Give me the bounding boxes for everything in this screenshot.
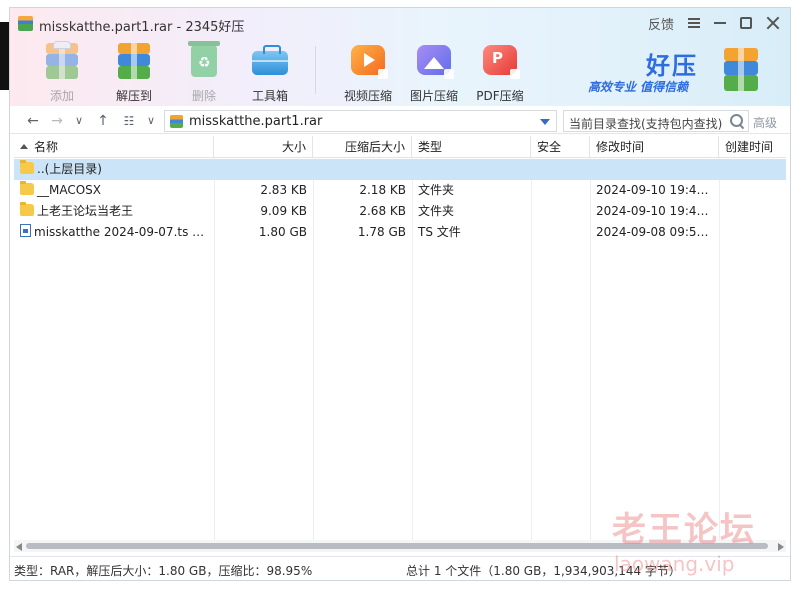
folder-icon (20, 160, 34, 174)
image-compress-label: 图片压缩 (409, 89, 458, 103)
row-modified (590, 159, 719, 180)
recycle-bin-icon: ♻ (184, 41, 224, 81)
column-name[interactable]: 名称 (14, 136, 214, 158)
forward-arrow-icon[interactable]: → (48, 112, 66, 130)
path-input[interactable]: misskatthe.part1.rar (164, 110, 557, 132)
delete-button[interactable]: ♻ 删除 (174, 38, 234, 104)
advanced-search-link[interactable]: 高级 (753, 114, 777, 131)
column-type[interactable]: 类型 (412, 136, 531, 158)
file-list: 名称 大小 压缩后大小 类型 安全 修改时间 创建时间 ..(上层目录) __M… (14, 136, 786, 540)
table-row[interactable]: __MACOSX 2.83 KB 2.18 KB 文件夹 2024-09-10 … (14, 180, 786, 201)
background-strip (0, 22, 9, 90)
window-title: misskatthe.part1.rar - 2345好压 (39, 20, 245, 35)
pdf-compress-label: PDF压缩 (476, 89, 524, 103)
folder-icon (20, 181, 34, 195)
row-modified: 2024-09-08 09:58:... (596, 225, 719, 239)
header: misskatthe.part1.rar - 2345好压 反馈 添加 解压到 … (10, 8, 790, 106)
toolbox-icon (250, 41, 290, 81)
table-row[interactable]: ..(上层目录) (14, 159, 786, 180)
image-compress-icon (414, 41, 454, 81)
file-icon (20, 224, 31, 237)
window-controls: 反馈 (648, 13, 780, 33)
add-label: 添加 (49, 89, 74, 103)
title-bar: misskatthe.part1.rar - 2345好压 反馈 (10, 8, 790, 38)
scroll-thumb[interactable] (26, 543, 768, 549)
view-mode-icon[interactable]: ☷ (120, 112, 138, 130)
sort-ascending-icon (20, 144, 28, 149)
row-packed: 2.68 KB (359, 204, 406, 218)
status-archive-info: 类型：RAR，解压后大小：1.80 GB，压缩比：98.95% (14, 564, 313, 578)
path-text: misskatthe.part1.rar (189, 114, 323, 129)
archive-file-icon (170, 115, 183, 128)
column-packed-size[interactable]: 压缩后大小 (313, 136, 412, 158)
row-name: misskatthe 2024-09-07.ts --... (14, 222, 214, 243)
pdf-compress-button[interactable]: P PDF压缩 (470, 38, 530, 104)
horizontal-scrollbar[interactable] (14, 540, 786, 552)
row-size: 1.80 GB (258, 225, 307, 239)
row-type: TS 文件 (418, 225, 461, 239)
search-placeholder: 当前目录查找(支持包内查找) (569, 117, 723, 131)
folder-icon (20, 202, 34, 216)
view-mode-chevron-icon[interactable]: ∨ (142, 112, 160, 130)
maximize-icon[interactable] (740, 17, 752, 29)
row-name: ..(上层目录) (14, 159, 214, 180)
search-input[interactable]: 当前目录查找(支持包内查找) (563, 110, 749, 132)
address-bar: ← → ∨ ↑ ☷ ∨ misskatthe.part1.rar 当前目录查找(… (10, 108, 790, 134)
path-dropdown-icon[interactable] (540, 119, 550, 125)
row-size: 9.09 KB (260, 204, 307, 218)
column-created[interactable]: 创建时间 (719, 136, 786, 158)
row-packed: 1.78 GB (357, 225, 406, 239)
app-icon (18, 16, 33, 31)
table-header: 名称 大小 压缩后大小 类型 安全 修改时间 创建时间 (14, 136, 786, 158)
brand-logo-icon (720, 48, 762, 94)
back-arrow-icon[interactable]: ← (24, 112, 42, 130)
row-name: __MACOSX (14, 180, 214, 201)
minimize-icon[interactable] (714, 22, 726, 24)
status-bar: 类型：RAR，解压后大小：1.80 GB，压缩比：98.95% 总计 1 个文件… (10, 556, 790, 580)
status-total-info: 总计 1 个文件（1.80 GB，1,934,903,144 字节） (406, 564, 681, 578)
brand-name: 好压 (646, 52, 698, 80)
toolbox-button[interactable]: 工具箱 (240, 38, 300, 104)
row-type: 文件夹 (418, 183, 455, 197)
brand-slogan: 高效专业 值得信赖 (588, 80, 689, 94)
image-compress-button[interactable]: 图片压缩 (404, 38, 464, 104)
row-type (412, 159, 531, 180)
menu-icon[interactable] (688, 18, 700, 28)
row-packed: 2.18 KB (359, 183, 406, 197)
column-size[interactable]: 大小 (214, 136, 313, 158)
scroll-right-icon[interactable] (778, 543, 784, 551)
toolbar-separator (315, 46, 316, 94)
column-security[interactable]: 安全 (531, 136, 590, 158)
row-size (214, 159, 313, 180)
app-window: misskatthe.part1.rar - 2345好压 反馈 添加 解压到 … (9, 7, 791, 581)
pdf-compress-icon: P (480, 41, 520, 81)
row-modified: 2024-09-10 19:41:... (596, 204, 719, 218)
delete-label: 删除 (191, 89, 216, 103)
history-chevron-icon[interactable]: ∨ (70, 112, 88, 130)
close-icon[interactable] (766, 16, 780, 30)
row-size: 2.83 KB (260, 183, 307, 197)
row-modified: 2024-09-10 19:41:... (596, 183, 719, 197)
column-modified[interactable]: 修改时间 (590, 136, 719, 158)
feedback-link[interactable]: 反馈 (648, 14, 674, 33)
extract-to-button[interactable]: 解压到 (104, 38, 164, 104)
table-row[interactable]: misskatthe 2024-09-07.ts --... 1.80 GB 1… (14, 222, 786, 243)
brand: 好压 高效专业 值得信赖 (588, 46, 786, 102)
up-arrow-icon[interactable]: ↑ (94, 112, 112, 130)
row-type: 文件夹 (418, 204, 455, 218)
video-compress-icon (348, 41, 388, 81)
scroll-left-icon[interactable] (16, 543, 22, 551)
archive-extract-icon (114, 41, 154, 81)
table-row[interactable]: 上老王论坛当老王 9.09 KB 2.68 KB 文件夹 2024-09-10 … (14, 201, 786, 222)
add-button[interactable]: 添加 (32, 38, 92, 104)
video-compress-button[interactable]: 视频压缩 (338, 38, 398, 104)
row-packed (313, 159, 412, 180)
video-compress-label: 视频压缩 (343, 89, 392, 103)
toolbox-label: 工具箱 (251, 89, 288, 103)
row-name: 上老王论坛当老王 (14, 201, 214, 222)
extract-to-label: 解压到 (115, 89, 152, 103)
search-icon[interactable] (730, 114, 744, 128)
archive-add-icon (42, 41, 82, 81)
